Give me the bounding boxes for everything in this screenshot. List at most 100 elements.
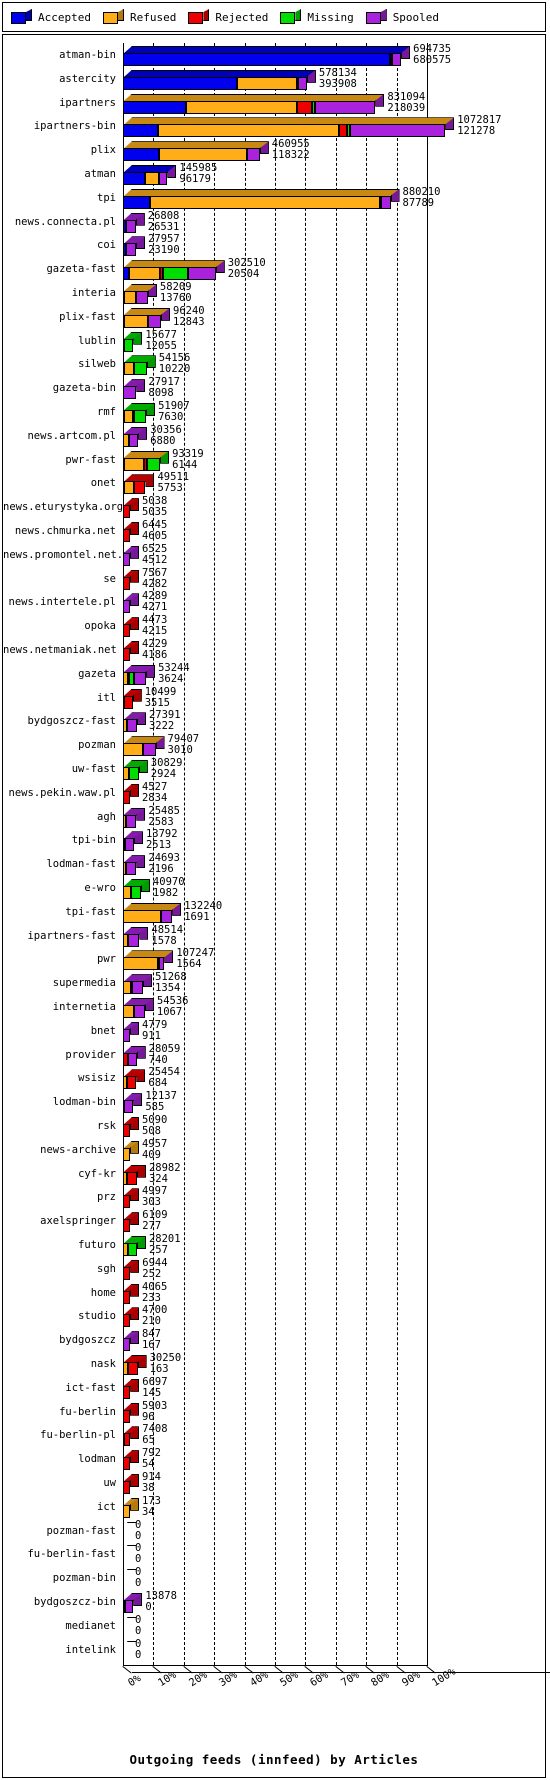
bar-row-label: tpi-fast [65,905,116,918]
bar-value-accepted: 233 [141,1291,161,1304]
bar-zero-sliver [118,1521,137,1542]
bar-row-graphic: 00 [118,1518,543,1545]
bar-row-graphic: 24693 2196 [123,852,543,878]
bar-segment-spooled [133,671,147,685]
bar-zero-sliver [118,1616,137,1637]
bar-row-graphic: 173 34 [123,1495,543,1521]
bar-row-label: opoka [84,620,116,633]
bar-segment-rejected [126,1171,137,1185]
table-row: news.promontel.net.pl 6525 4512 [3,543,545,569]
bar-segment-spooled [126,814,137,828]
bar-segment-refused [145,172,159,185]
bar-value-accepted: 163 [149,1363,169,1375]
bar-row-label: lublin [78,334,116,347]
bar-segment-spooled [123,1100,134,1114]
table-row: medianet 0 0 [3,1614,545,1640]
bar-row-graphic: 27391 3222 [123,709,543,735]
table-row: atman 145985 96179 [3,162,545,188]
stacked-bar [123,426,148,447]
bar-row-label: e-wro [84,882,116,894]
bar-zero-sliver [118,1640,137,1661]
bar-row-graphic: 1072817 121278 [123,114,543,140]
bar-segment-spooled [298,76,307,90]
bar-segment-spooled [127,933,140,947]
stacked-bar [123,974,153,995]
bar-row-graphic: 48514 1578 [123,924,543,950]
bar-segment-refused [123,981,131,995]
bar-segment-missing [129,767,139,780]
bar-value-total: 0 [135,1518,142,1531]
bar-segment-spooled [124,838,134,852]
bar-row-label: sgh [97,1262,116,1275]
bar-row-graphic: 54536 1067 [123,995,543,1021]
bar-value-accepted: 1354 [155,982,181,995]
bar-segment-refused [149,195,380,209]
bar-value-accepted: 65 [142,1434,155,1447]
bar-segment-spooled [247,148,260,162]
bar-value-accepted: 96 [141,1410,155,1423]
bar-row-graphic: 6697 145 [123,1376,543,1402]
bar-row-graphic: 145985 96179 [123,162,543,188]
bar-value-accepted: 4215 [141,625,168,638]
bar-value-accepted: 2834 [141,791,168,804]
bar-value-accepted: 393908 [318,77,357,90]
bar-value-accepted: 2513 [145,839,172,852]
bar-row-label: gazeta-bin [52,382,116,395]
bar-row-label: pozman-fast [46,1524,116,1537]
bar-row-graphic: 10499 3515 [123,686,543,712]
table-row: provider 28059 740 [3,1043,545,1069]
x-tick-depth-80 [365,1666,376,1675]
bar-segment-rejected [123,1195,130,1209]
bar-row-graphic: 5903 96 [123,1400,543,1426]
bar-segment-rejected [127,1362,138,1375]
stacked-bar [123,1474,139,1494]
bar-row-graphic: 880210 87789 [123,186,543,212]
table-row: lodman-fast 24693 2196 [3,852,545,878]
bar-value-total: 0 [135,1637,142,1650]
bar-segment-refused [186,100,298,114]
table-row: news.netmaniak.net 4229 4186 [3,638,545,664]
table-row: plix-fast 96240 12843 [3,305,545,331]
bar-row-label: cyf-kr [78,1167,116,1180]
bar-row-label: home [90,1286,116,1299]
stacked-bar [123,1497,139,1518]
stacked-bar [123,1093,143,1114]
legend-item-refused: Refused [102,9,176,25]
legend-label: Spooled [392,10,440,24]
bar-segment-rejected [123,1409,130,1423]
table-row: wsisiz 25454 684 [3,1066,545,1092]
bar-row-label: news.connecta.pl [14,215,116,228]
bar-segment-refused [123,410,133,423]
stacked-bar [123,498,139,519]
bar-segment-rejected [123,1266,131,1280]
bar-value-accepted: 20504 [227,268,260,281]
bar-row-graphic: 79407 3010 [123,733,543,759]
bar-segment-rejected [123,1457,130,1471]
stacked-bar [123,1355,147,1375]
bar-value-accepted: 3222 [148,720,175,733]
bar-segment-rejected [338,124,348,138]
stacked-bar [123,926,149,947]
bar-segment-spooled [123,1028,130,1042]
bar-value-accepted: 167 [141,1339,161,1352]
bar-segment-spooled [349,124,446,138]
stacked-bar [123,69,316,90]
table-row: bydgoszcz-fast 27391 3222 [3,709,545,735]
bar-value-accepted: 2583 [148,815,174,828]
bar-row-label: rsk [97,1120,116,1132]
bar-row-label: uw-fast [71,763,116,775]
bar-value-accepted: 4186 [141,649,168,661]
chart-legend: Accepted Refused Rejected Missing Spooled [2,2,546,32]
bar-row-label: ipartners-bin [33,120,116,133]
bar-row-graphic: 4065 233 [123,1281,543,1307]
bar-row-graphic: 460955 118322 [123,138,543,164]
bar-row-label: news.eturystyka.org [3,501,124,514]
bar-row-label: fu-berlin [59,1405,116,1418]
bar-row-graphic: 831094 218039 [123,91,543,117]
bar-row-label: news-archive [40,1143,116,1156]
bar-value-accepted: 2196 [148,863,174,876]
bar-row-graphic: 00 [118,1542,543,1568]
bar-segment-spooled [161,909,173,923]
bar-value-accepted: 1578 [151,934,177,947]
stacked-bar [123,879,150,899]
